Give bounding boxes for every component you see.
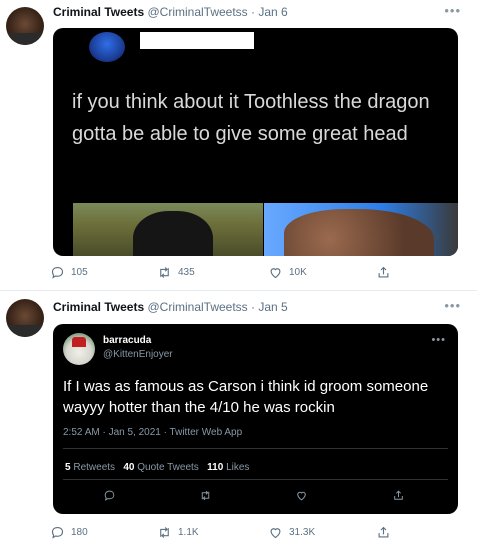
- quoted-author-name[interactable]: barracuda: [103, 335, 151, 346]
- embedded-avatar: [89, 32, 125, 62]
- like-count: 10K: [289, 267, 307, 278]
- author-name[interactable]: Criminal Tweets: [53, 5, 144, 19]
- like-icon: [297, 491, 306, 501]
- like-count: 31.3K: [289, 527, 316, 538]
- divider: [63, 448, 448, 449]
- tweet-header: Criminal Tweets @CriminalTweetss · Jan 5: [53, 300, 288, 314]
- embedded-image[interactable]: if you think about it Toothless the drag…: [53, 28, 458, 256]
- like-icon: [270, 528, 281, 539]
- quoted-quotes-stat[interactable]: 40 Quote Tweets: [123, 462, 198, 473]
- quoted-author-handle[interactable]: @KittenEnjoyer: [103, 349, 173, 360]
- share-icon: [394, 490, 403, 500]
- tweet[interactable]: Criminal Tweets @CriminalTweetss · Jan 6…: [0, 0, 477, 291]
- quoted-stats: 5 Retweets 40 Quote Tweets 110 Likes: [65, 462, 249, 473]
- retweet-count: 1.1K: [178, 527, 199, 538]
- embedded-tweet-text: if you think about it Toothless the drag…: [72, 91, 430, 145]
- share-icon: [378, 526, 389, 538]
- author-name[interactable]: Criminal Tweets: [53, 300, 144, 314]
- quoted-share-button[interactable]: [392, 489, 405, 502]
- reply-icon: [51, 526, 64, 539]
- embedded-photo-left: [73, 203, 263, 256]
- embedded-photo-right: [264, 203, 458, 256]
- tweet-actions: 180 1.1K 31.3K: [50, 525, 400, 543]
- separator: ·: [251, 5, 256, 19]
- tweet-date[interactable]: Jan 5: [258, 300, 287, 314]
- author-handle[interactable]: @CriminalTweetss: [147, 5, 247, 19]
- divider: [63, 479, 448, 480]
- quoted-likes-stat[interactable]: 110 Likes: [207, 462, 249, 473]
- quoted-retweet-button[interactable]: [199, 489, 212, 502]
- tweet-actions: 105 435 10K: [50, 265, 400, 283]
- quoted-retweets-stat[interactable]: 5 Retweets: [65, 462, 115, 473]
- quoted-timestamp[interactable]: 2:52 AM · Jan 5, 2021 · Twitter Web App: [63, 427, 242, 438]
- author-avatar[interactable]: [6, 7, 44, 45]
- like-icon: [270, 268, 281, 279]
- tweet-header: Criminal Tweets @CriminalTweetss · Jan 6: [53, 5, 288, 19]
- redaction-box: [140, 32, 254, 49]
- reply-count: 180: [71, 527, 88, 538]
- reply-icon: [51, 266, 64, 279]
- quoted-more-icon[interactable]: •••: [431, 334, 446, 346]
- retweet-icon: [160, 527, 169, 538]
- retweet-count: 435: [178, 267, 195, 278]
- retweet-icon: [160, 267, 169, 278]
- reply-icon: [104, 490, 115, 501]
- like-button[interactable]: 10K: [268, 265, 307, 280]
- quoted-tweet-text: If I was as famous as Carson i think id …: [63, 378, 429, 416]
- author-handle[interactable]: @CriminalTweetss: [147, 300, 247, 314]
- retweet-button[interactable]: 1.1K: [157, 525, 199, 540]
- share-button[interactable]: [376, 525, 391, 540]
- more-options-icon[interactable]: •••: [444, 298, 461, 313]
- tweet[interactable]: Criminal Tweets @CriminalTweetss · Jan 5…: [0, 291, 477, 551]
- separator: ·: [251, 300, 256, 314]
- more-options-icon[interactable]: •••: [444, 3, 461, 18]
- share-button[interactable]: [376, 265, 391, 280]
- quoted-tweet[interactable]: barracuda @KittenEnjoyer ••• If I was as…: [53, 324, 458, 514]
- quoted-actions: [83, 489, 443, 503]
- quoted-reply-button[interactable]: [103, 489, 116, 502]
- author-avatar[interactable]: [6, 299, 44, 337]
- quoted-like-button[interactable]: [295, 489, 308, 502]
- share-icon: [378, 266, 389, 278]
- retweet-icon: [201, 490, 210, 501]
- reply-button[interactable]: 105: [50, 265, 88, 280]
- tweet-date[interactable]: Jan 6: [258, 5, 287, 19]
- like-button[interactable]: 31.3K: [268, 525, 315, 540]
- reply-button[interactable]: 180: [50, 525, 88, 540]
- quoted-avatar[interactable]: [63, 333, 95, 365]
- reply-count: 105: [71, 267, 88, 278]
- retweet-button[interactable]: 435: [157, 265, 195, 280]
